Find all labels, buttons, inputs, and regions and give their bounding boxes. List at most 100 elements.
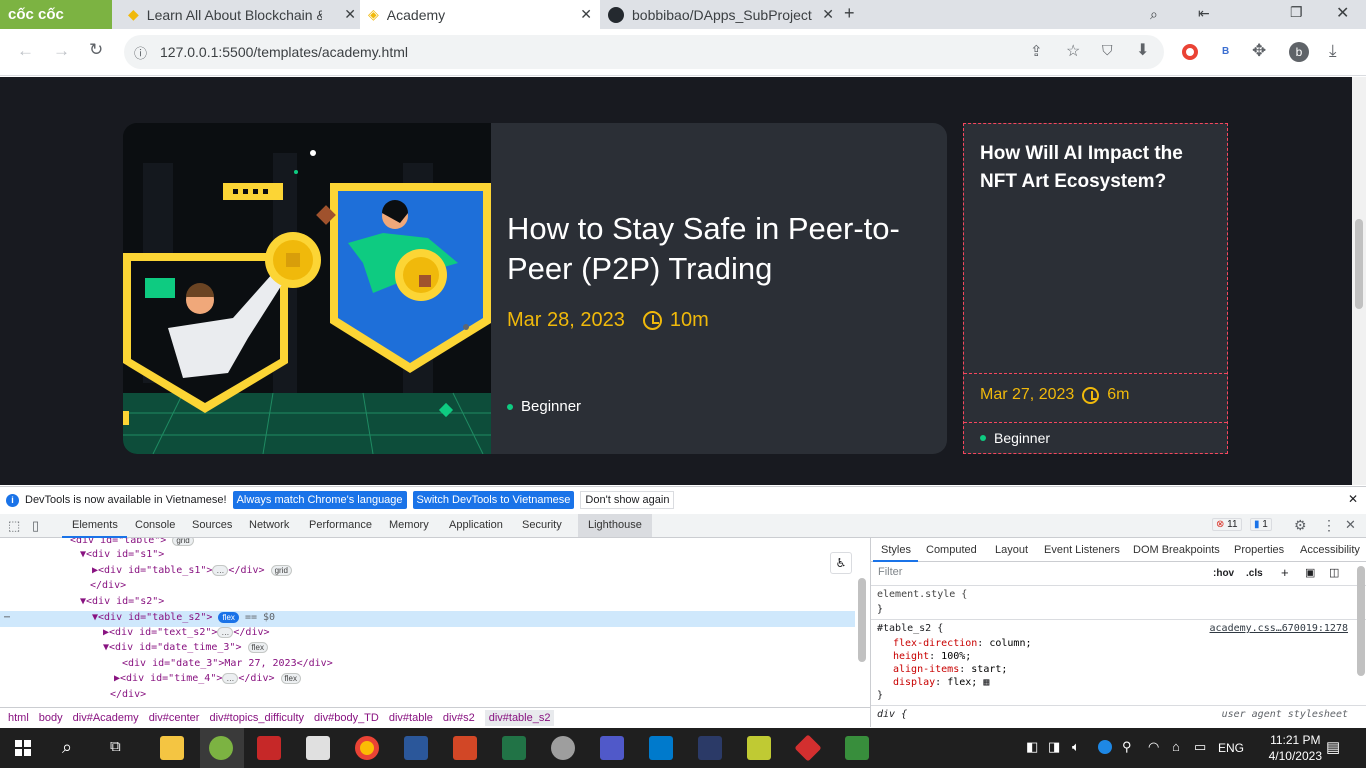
tab-layout[interactable]: Layout	[995, 544, 1028, 556]
back-icon[interactable]: ←	[17, 41, 34, 61]
share-icon[interactable]: ⇪	[1030, 42, 1043, 60]
more-options-icon[interactable]: ⋮	[1322, 517, 1336, 534]
app-icon[interactable]	[845, 736, 869, 760]
tab-application[interactable]: Application	[449, 519, 503, 531]
tab-properties[interactable]: Properties	[1234, 544, 1284, 556]
breadcrumb-item[interactable]: div#body_TD	[314, 712, 379, 724]
paint-icon[interactable]: ▣	[1305, 566, 1315, 579]
accessibility-tree-icon[interactable]: ♿	[830, 552, 852, 574]
tab-computed[interactable]: Computed	[926, 544, 977, 556]
match-language-button[interactable]: Always match Chrome's language	[232, 491, 407, 509]
app-icon[interactable]	[257, 736, 281, 760]
dont-show-again-button[interactable]: Don't show again	[580, 491, 675, 509]
dom-line[interactable]: ▶<div id="time_4">… </div> flex	[114, 673, 301, 688]
close-infobar-icon[interactable]: ✕	[1348, 492, 1358, 506]
tab-github[interactable]: bobbibao/DApps_SubProject ✕	[600, 0, 838, 29]
restore-tab-icon[interactable]: ⇤	[1198, 5, 1210, 22]
system-clock[interactable]: 11:21 PM 4/10/2023	[1269, 732, 1322, 764]
breadcrumb-item[interactable]: div#topics_difficulty	[209, 712, 304, 724]
styles-scrollbar-thumb[interactable]	[1357, 566, 1365, 676]
page-scrollbar[interactable]	[1352, 77, 1366, 485]
tab-console[interactable]: Console	[135, 519, 175, 531]
css-declaration[interactable]: height: 100%;	[893, 651, 971, 662]
css-selector[interactable]: #table_s2 {	[877, 623, 943, 634]
excel-icon[interactable]	[502, 736, 526, 760]
tab-memory[interactable]: Memory	[389, 519, 429, 531]
tab-academy[interactable]: ◈ Academy ✕	[360, 0, 600, 29]
dom-line[interactable]: ▼<div id="table_s2"> flex == $0	[92, 612, 275, 627]
app-icon[interactable]	[794, 734, 822, 762]
coccoc-browser-icon[interactable]	[209, 736, 233, 760]
tab-sources[interactable]: Sources	[192, 519, 232, 531]
side-article-card[interactable]: How Will AI Impact the NFT Art Ecosystem…	[963, 123, 1228, 454]
close-window-icon[interactable]: ✕	[1336, 3, 1349, 23]
teams-icon[interactable]	[600, 736, 624, 760]
css-declaration[interactable]: align-items: start;	[893, 664, 1007, 675]
messages-badge[interactable]: ▮ 1	[1250, 518, 1272, 531]
tray-icon[interactable]: ⌂	[1172, 739, 1180, 754]
breadcrumb-item-selected[interactable]: div#table_s2	[484, 709, 555, 726]
windows-start-icon[interactable]	[15, 740, 31, 756]
url-text[interactable]: 127.0.0.1:5500/templates/academy.html	[160, 44, 408, 60]
dom-line[interactable]: ▶<div id="table_s1">… </div> grid	[92, 565, 292, 580]
errors-badge[interactable]: ⊗ 11	[1212, 518, 1242, 531]
scrollbar-thumb[interactable]	[1355, 219, 1363, 309]
tab-performance[interactable]: Performance	[309, 519, 372, 531]
volume-icon[interactable]: 🔈︎	[1072, 739, 1080, 755]
downloads-icon[interactable]: ⤓	[1329, 41, 1337, 61]
sidebar-toggle-icon[interactable]: ◫	[1329, 566, 1339, 579]
hov-toggle[interactable]: :hov	[1213, 568, 1234, 579]
device-toolbar-icon[interactable]: ▯	[32, 518, 39, 534]
inspect-element-icon[interactable]: ⬚	[8, 518, 20, 534]
tray-icon[interactable]: ◧	[1026, 739, 1038, 755]
search-icon[interactable]: ⌕	[62, 737, 72, 758]
css-declaration[interactable]: flex-direction: column;	[893, 638, 1032, 649]
breadcrumb-item[interactable]: div#Academy	[73, 712, 139, 724]
tab-lighthouse[interactable]: Lighthouse	[578, 514, 652, 537]
dom-line[interactable]: <div id="date_3">Mar 27, 2023</div>	[122, 658, 333, 673]
add-rule-icon[interactable]: +	[1281, 565, 1289, 580]
extension-chrome-icon[interactable]	[1182, 44, 1198, 60]
profile-avatar[interactable]: b	[1289, 42, 1309, 62]
breadcrumb-item[interactable]: div#s2	[443, 712, 475, 724]
maximize-icon[interactable]: ❐	[1290, 4, 1303, 21]
element-style-rule[interactable]: element.style {	[877, 589, 967, 600]
tab-elements[interactable]: Elements	[72, 519, 118, 531]
tab-blockchain[interactable]: ◆ Learn All About Blockchain & ... ✕	[112, 0, 360, 29]
app-icon[interactable]	[747, 736, 771, 760]
browser-brand-logo[interactable]: cốc cốc	[0, 0, 112, 29]
tray-icon[interactable]	[1098, 740, 1112, 754]
breadcrumb-item[interactable]: body	[39, 712, 63, 724]
devcpp-icon[interactable]	[698, 736, 722, 760]
close-tab-icon[interactable]: ✕	[344, 6, 356, 23]
tab-dom-breakpoints[interactable]: DOM Breakpoints	[1133, 544, 1220, 556]
extensions-puzzle-icon[interactable]: ✥	[1252, 41, 1266, 61]
word-icon[interactable]	[404, 736, 428, 760]
app-icon[interactable]	[551, 736, 575, 760]
breadcrumb-item[interactable]: div#center	[149, 712, 200, 724]
tab-event-listeners[interactable]: Event Listeners	[1044, 544, 1120, 556]
dom-line[interactable]: </div>	[90, 580, 126, 595]
search-tabs-icon[interactable]: ⌕	[1150, 6, 1158, 23]
extension-b-icon[interactable]: B	[1222, 46, 1229, 57]
notifications-icon[interactable]: ▤	[1326, 738, 1340, 756]
tab-styles[interactable]: Styles	[881, 544, 911, 556]
vscode-icon[interactable]	[649, 736, 673, 760]
elements-scrollbar-thumb[interactable]	[858, 578, 866, 662]
battery-icon[interactable]: ▭	[1194, 739, 1206, 755]
breadcrumb-item[interactable]: html	[8, 712, 29, 724]
reload-icon[interactable]: ↻	[89, 40, 103, 60]
dom-line[interactable]: ▼<div id="s2">	[80, 596, 164, 611]
cls-toggle[interactable]: .cls	[1246, 568, 1263, 579]
side-article-title[interactable]: How Will AI Impact the NFT Art Ecosystem…	[980, 140, 1210, 196]
elements-dom-tree[interactable]: <div id="table"> grid ▼<div id="s1"> ▶<d…	[0, 538, 870, 706]
dom-line[interactable]: ▼<div id="s1">	[80, 549, 164, 564]
close-devtools-icon[interactable]: ✕	[1345, 517, 1356, 533]
info-icon[interactable]: ⓘ	[134, 43, 147, 62]
bookmark-star-icon[interactable]: ☆	[1066, 41, 1080, 61]
task-view-icon[interactable]: ⧉	[110, 738, 121, 755]
featured-article-card[interactable]: How to Stay Safe in Peer-to-Peer (P2P) T…	[123, 123, 947, 454]
forward-icon[interactable]: →	[53, 41, 70, 61]
breadcrumb-item[interactable]: div#table	[389, 712, 433, 724]
featured-article-title[interactable]: How to Stay Safe in Peer-to-Peer (P2P) T…	[507, 209, 927, 289]
